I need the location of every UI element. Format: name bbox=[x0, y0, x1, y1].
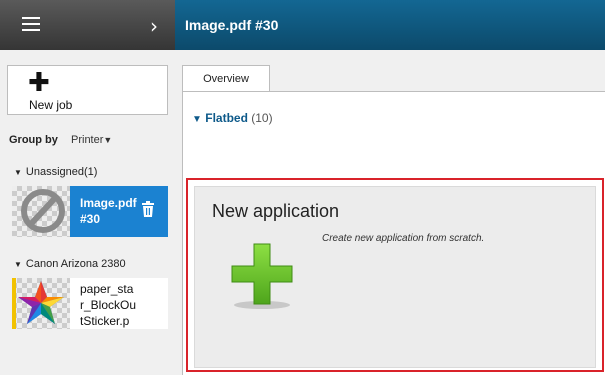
job-thumbnail bbox=[12, 278, 70, 329]
section-canon-arizona[interactable]: ▼ Canon Arizona 2380 bbox=[14, 258, 126, 270]
new-application-title: New application bbox=[212, 201, 340, 221]
plus-icon: ✚ bbox=[28, 68, 50, 98]
job-name: Image.pdf #30 bbox=[80, 195, 137, 227]
document-header: Image.pdf #30 bbox=[175, 0, 605, 50]
section-label: Canon Arizona 2380 bbox=[25, 258, 126, 270]
job-name-line: paper_sta bbox=[80, 282, 134, 296]
new-application-card[interactable]: New application Create new application f… bbox=[194, 186, 596, 368]
group-by-select[interactable]: Printer▼ bbox=[71, 134, 112, 146]
star-sticker-icon bbox=[18, 281, 64, 324]
status-stripe bbox=[12, 278, 16, 329]
job-name-line: #30 bbox=[80, 212, 101, 226]
group-by-value: Printer bbox=[71, 134, 104, 146]
job-name-line: tSticker.p bbox=[80, 314, 130, 328]
document-title: Image.pdf #30 bbox=[185, 17, 279, 33]
job-item-selected[interactable]: Image.pdf #30 bbox=[12, 186, 168, 237]
trash-icon[interactable] bbox=[141, 201, 155, 217]
group-by-label: Group by bbox=[9, 134, 58, 146]
job-name: paper_sta r_BlockOu tSticker.p bbox=[80, 281, 136, 329]
job-sidebar: ✚ New job Group by Printer▼ ▼ Unassigned(… bbox=[0, 50, 175, 375]
new-application-highlight: New application Create new application f… bbox=[186, 178, 604, 372]
app-menu-bar: › bbox=[0, 0, 175, 50]
job-item[interactable]: paper_sta r_BlockOu tSticker.p bbox=[12, 278, 168, 329]
green-plus-icon bbox=[231, 243, 293, 309]
job-name-line: Image.pdf bbox=[80, 196, 137, 210]
section-label: Unassigned(1) bbox=[25, 166, 98, 178]
flatbed-group-header[interactable]: ▼ Flatbed (10) bbox=[192, 111, 273, 125]
expand-triangle-icon: ▼ bbox=[192, 114, 202, 125]
group-label: Flatbed bbox=[205, 111, 248, 125]
main-panel: Overview ▼ Flatbed (10) New application … bbox=[175, 50, 605, 375]
chevron-down-icon: ▼ bbox=[103, 135, 113, 145]
section-unassigned[interactable]: ▼ Unassigned(1) bbox=[14, 166, 97, 178]
job-thumbnail bbox=[12, 186, 70, 237]
no-preview-icon bbox=[21, 189, 65, 233]
chevron-right-icon[interactable]: › bbox=[150, 14, 158, 38]
hamburger-menu-icon[interactable] bbox=[22, 17, 40, 31]
collapse-caret-icon: ▼ bbox=[14, 260, 22, 269]
group-count: (10) bbox=[251, 111, 273, 125]
new-job-label: New job bbox=[29, 98, 73, 112]
new-job-button[interactable]: ✚ New job bbox=[7, 65, 168, 115]
job-name-line: r_BlockOu bbox=[80, 298, 137, 312]
new-application-description: Create new application from scratch. bbox=[322, 233, 485, 244]
collapse-caret-icon: ▼ bbox=[14, 168, 22, 177]
tab-overview[interactable]: Overview bbox=[182, 65, 270, 92]
